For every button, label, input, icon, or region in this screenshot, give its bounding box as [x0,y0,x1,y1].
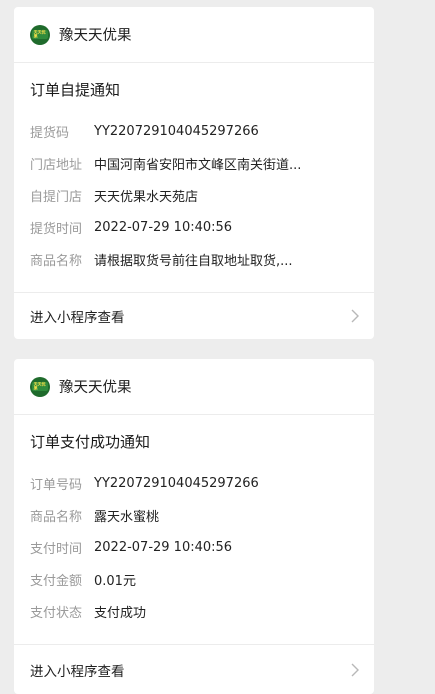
card-title: 订单自提通知 [30,81,121,99]
open-mini-program-link[interactable]: 进入小程序查看 [14,292,374,339]
info-row-payment-amount: 支付金额 0.01元 [14,563,374,595]
row-label: 商品名称 [30,509,83,525]
row-label: 提货码 [30,125,70,141]
brand-logo-text: 天天优果 [33,29,46,39]
info-row-store-address: 门店地址 中国河南省安阳市文峰区南关街道... [14,147,374,179]
info-row-pickup-store: 自提门店 天天优果水天苑店 [14,179,374,211]
card-header: 天天优果 豫天天优果 [14,7,374,63]
row-label: 自提门店 [30,189,83,205]
notification-card-pickup: 天天优果 豫天天优果 订单自提通知 提货码 YY2207291040452972… [14,7,374,339]
card-title: 订单支付成功通知 [30,433,151,451]
row-label: 门店地址 [30,157,83,173]
row-value: 2022-07-29 10:40:56 [94,539,233,555]
info-row-payment-status: 支付状态 支付成功 [14,595,374,627]
chevron-right-icon [351,663,359,676]
brand-logo-text: 天天优果 [33,381,46,391]
brand-logo-icon: 天天优果 [30,376,50,397]
card-header: 天天优果 豫天天优果 [14,359,374,415]
row-label: 提货时间 [30,221,83,237]
footer-link-label: 进入小程序查看 [30,310,125,326]
row-value: 天天优果水天苑店 [94,189,199,205]
row-label: 商品名称 [30,253,83,269]
chevron-right-icon [351,309,359,323]
info-row-pickup-code: 提货码 YY220729104045297266 [14,115,374,147]
info-row-order-number: 订单号码 YY220729104045297266 [14,467,374,499]
info-row-product-name: 商品名称 请根据取货号前往自取地址取货,... [14,243,374,275]
row-label: 支付金额 [30,573,83,589]
row-value: 2022-07-29 10:40:56 [94,219,233,235]
brand-logo-icon: 天天优果 [30,24,50,45]
open-mini-program-link[interactable]: 进入小程序查看 [14,644,374,694]
row-label: 订单号码 [30,477,83,493]
row-value: 0.01元 [94,573,136,589]
row-value: 请根据取货号前往自取地址取货,... [94,253,293,269]
info-row-payment-time: 支付时间 2022-07-29 10:40:56 [14,531,374,563]
row-value: 露天水蜜桃 [94,509,160,525]
row-value: YY220729104045297266 [94,475,259,491]
row-value: YY220729104045297266 [94,123,259,139]
footer-link-label: 进入小程序查看 [30,663,125,680]
brand-name: 豫天天优果 [59,380,132,396]
brand-name: 豫天天优果 [59,28,132,44]
info-row-product-name: 商品名称 露天水蜜桃 [14,499,374,531]
notification-card-payment: 天天优果 豫天天优果 订单支付成功通知 订单号码 YY2207291040452… [14,359,374,694]
info-row-pickup-time: 提货时间 2022-07-29 10:40:56 [14,211,374,243]
row-label: 支付状态 [30,605,83,621]
row-label: 支付时间 [30,541,83,557]
row-value: 中国河南省安阳市文峰区南关街道... [94,157,302,173]
row-value: 支付成功 [94,605,147,621]
